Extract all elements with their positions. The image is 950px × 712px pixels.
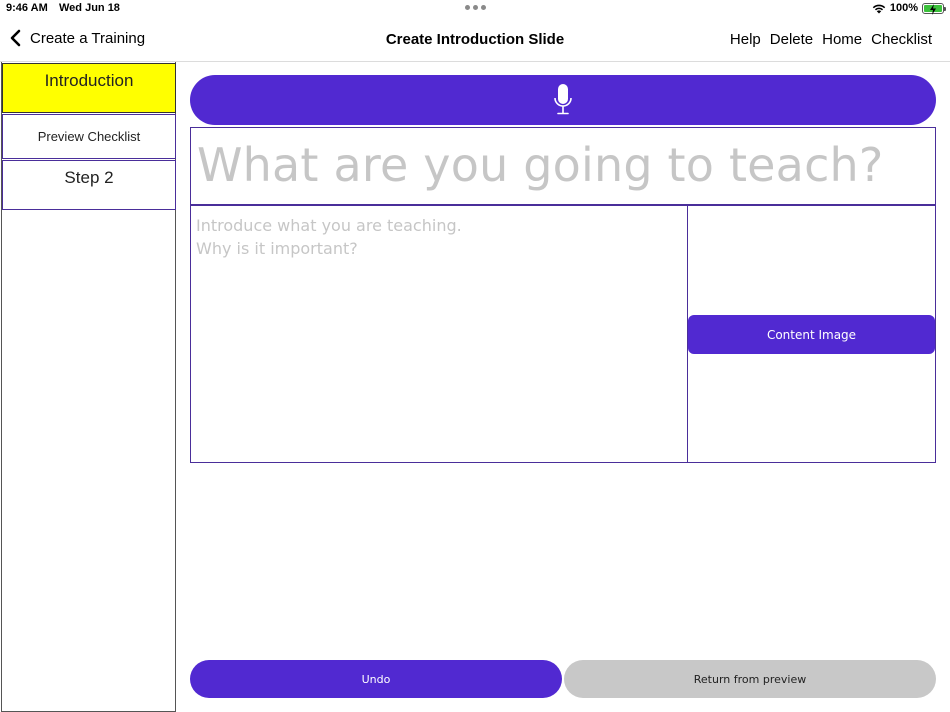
content-image-panel: Content Image (687, 205, 936, 463)
slide-title-input[interactable]: What are you going to teach? (190, 127, 936, 205)
battery-percentage: 100% (889, 2, 918, 14)
chevron-left-icon (10, 29, 21, 47)
sidebar-item-step-2[interactable]: Step 2 (2, 160, 176, 210)
intro-placeholder-line-1: Introduce what you are teaching. (196, 216, 462, 235)
wifi-icon (872, 4, 886, 13)
slide-sidebar: Introduction Preview Checklist Step 2 (1, 62, 176, 712)
undo-button[interactable]: Undo (190, 660, 562, 698)
multitasking-dots-icon[interactable] (465, 5, 486, 10)
return-from-preview-button[interactable]: Return from preview (564, 660, 936, 698)
back-label: Create a Training (30, 29, 146, 47)
voice-input-button[interactable] (190, 75, 936, 125)
battery-level (924, 3, 942, 15)
content-image-button[interactable]: Content Image (688, 315, 935, 354)
sidebar-item-preview-checklist[interactable]: Preview Checklist (2, 114, 176, 159)
status-bar: 9:46 AM Wed Jun 18 100% (0, 0, 950, 18)
intro-text-input[interactable]: Introduce what you are teaching. Why is … (190, 205, 688, 463)
sidebar-item-introduction[interactable]: Introduction (2, 63, 176, 113)
intro-placeholder-line-2: Why is it important? (196, 239, 358, 258)
checklist-button[interactable]: Checklist (871, 31, 932, 48)
back-button[interactable]: Create a Training (8, 29, 145, 47)
battery-icon (922, 2, 946, 15)
status-indicators: 100% (872, 2, 946, 15)
nav-actions: Help Delete Home Checklist (730, 31, 932, 48)
delete-button[interactable]: Delete (770, 31, 813, 48)
status-time: 9:46 AM (6, 2, 48, 14)
home-button[interactable]: Home (822, 31, 862, 48)
status-date: Wed Jun 18 (59, 2, 120, 14)
help-button[interactable]: Help (730, 31, 761, 48)
microphone-icon (554, 84, 572, 115)
navigation-bar: Create a Training Create Introduction Sl… (0, 18, 950, 62)
